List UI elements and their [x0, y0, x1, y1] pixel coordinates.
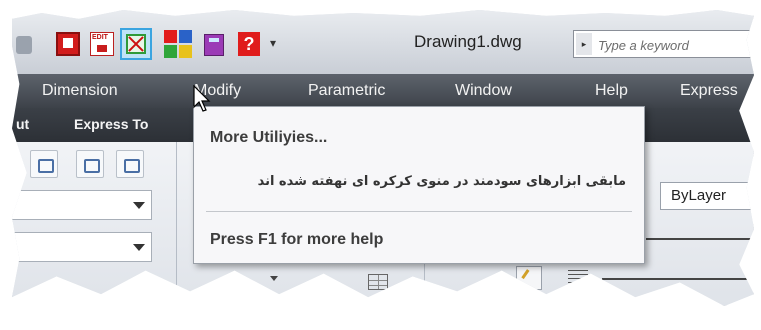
calculator-icon[interactable]	[204, 34, 224, 56]
edit-icon-text: EDIT	[92, 34, 108, 41]
line-preview	[646, 238, 754, 240]
linetype-dropdown[interactable]: ByLayer	[660, 182, 754, 210]
document-title: Drawing1.dwg	[414, 32, 522, 51]
edit-tool-icon[interactable]: EDIT	[90, 32, 114, 56]
select-tool-glyph	[126, 34, 146, 54]
panel-group-label: ck	[482, 294, 496, 306]
menu-help[interactable]: Help	[595, 82, 628, 100]
quick-access-toolbar: EDIT ? ▾ Drawing1.dwg ▸	[12, 10, 754, 74]
layer-tool-icon[interactable]	[30, 150, 58, 178]
tooltip-popup: More Utiliyies... مابقی ابزارهای سودمند …	[193, 106, 645, 264]
tab-layout-partial[interactable]: ut	[16, 116, 29, 132]
chevron-down-icon	[133, 202, 145, 209]
red-tool-icon[interactable]	[56, 32, 80, 56]
tooltip-title: More Utiliyies...	[210, 129, 328, 146]
toolbar-more-dropdown[interactable]: ▾	[270, 36, 276, 50]
menu-dimension[interactable]: Dimension	[42, 82, 118, 100]
mouse-cursor-icon	[193, 85, 211, 112]
help-icon[interactable]: ?	[238, 32, 260, 56]
tooltip-help-hint: Press F1 for more help	[210, 231, 384, 248]
match-properties-icon[interactable]	[516, 266, 542, 290]
tooltip-divider	[206, 211, 632, 212]
color-grid-icon[interactable]	[164, 30, 192, 58]
layer-dropdown[interactable]	[12, 190, 152, 220]
chevron-down-icon	[133, 244, 145, 251]
layer-isolate-icon[interactable]	[116, 150, 144, 178]
table-icon[interactable]	[368, 274, 388, 290]
tooltip-description: مابقی ابزارهای سودمند در منوی کرکره ای ن…	[257, 174, 626, 189]
print-icon[interactable]	[16, 36, 32, 54]
search-expand-arrow-icon[interactable]: ▸	[576, 33, 592, 55]
search-box: ▸	[573, 30, 754, 58]
tab-express-tools[interactable]: Express To	[74, 116, 148, 132]
annotation-dropdown-arrow-icon[interactable]	[270, 276, 278, 281]
menu-bar: Dimension Modify Parametric Window Help …	[12, 74, 754, 108]
menu-window[interactable]: Window	[455, 82, 512, 100]
layer-state-dropdown[interactable]	[12, 232, 152, 262]
lineweight-preview	[602, 278, 754, 280]
menu-express[interactable]: Express	[680, 82, 738, 100]
lineweight-icon[interactable]	[568, 270, 588, 286]
layer-match-icon[interactable]	[76, 150, 104, 178]
autocad-window: EDIT ? ▾ Drawing1.dwg ▸ Dimension Modify…	[12, 10, 754, 306]
menu-parametric[interactable]: Parametric	[308, 82, 385, 100]
select-tool-icon[interactable]	[120, 28, 152, 60]
panel-divider	[176, 142, 177, 306]
search-input[interactable]	[596, 34, 754, 56]
